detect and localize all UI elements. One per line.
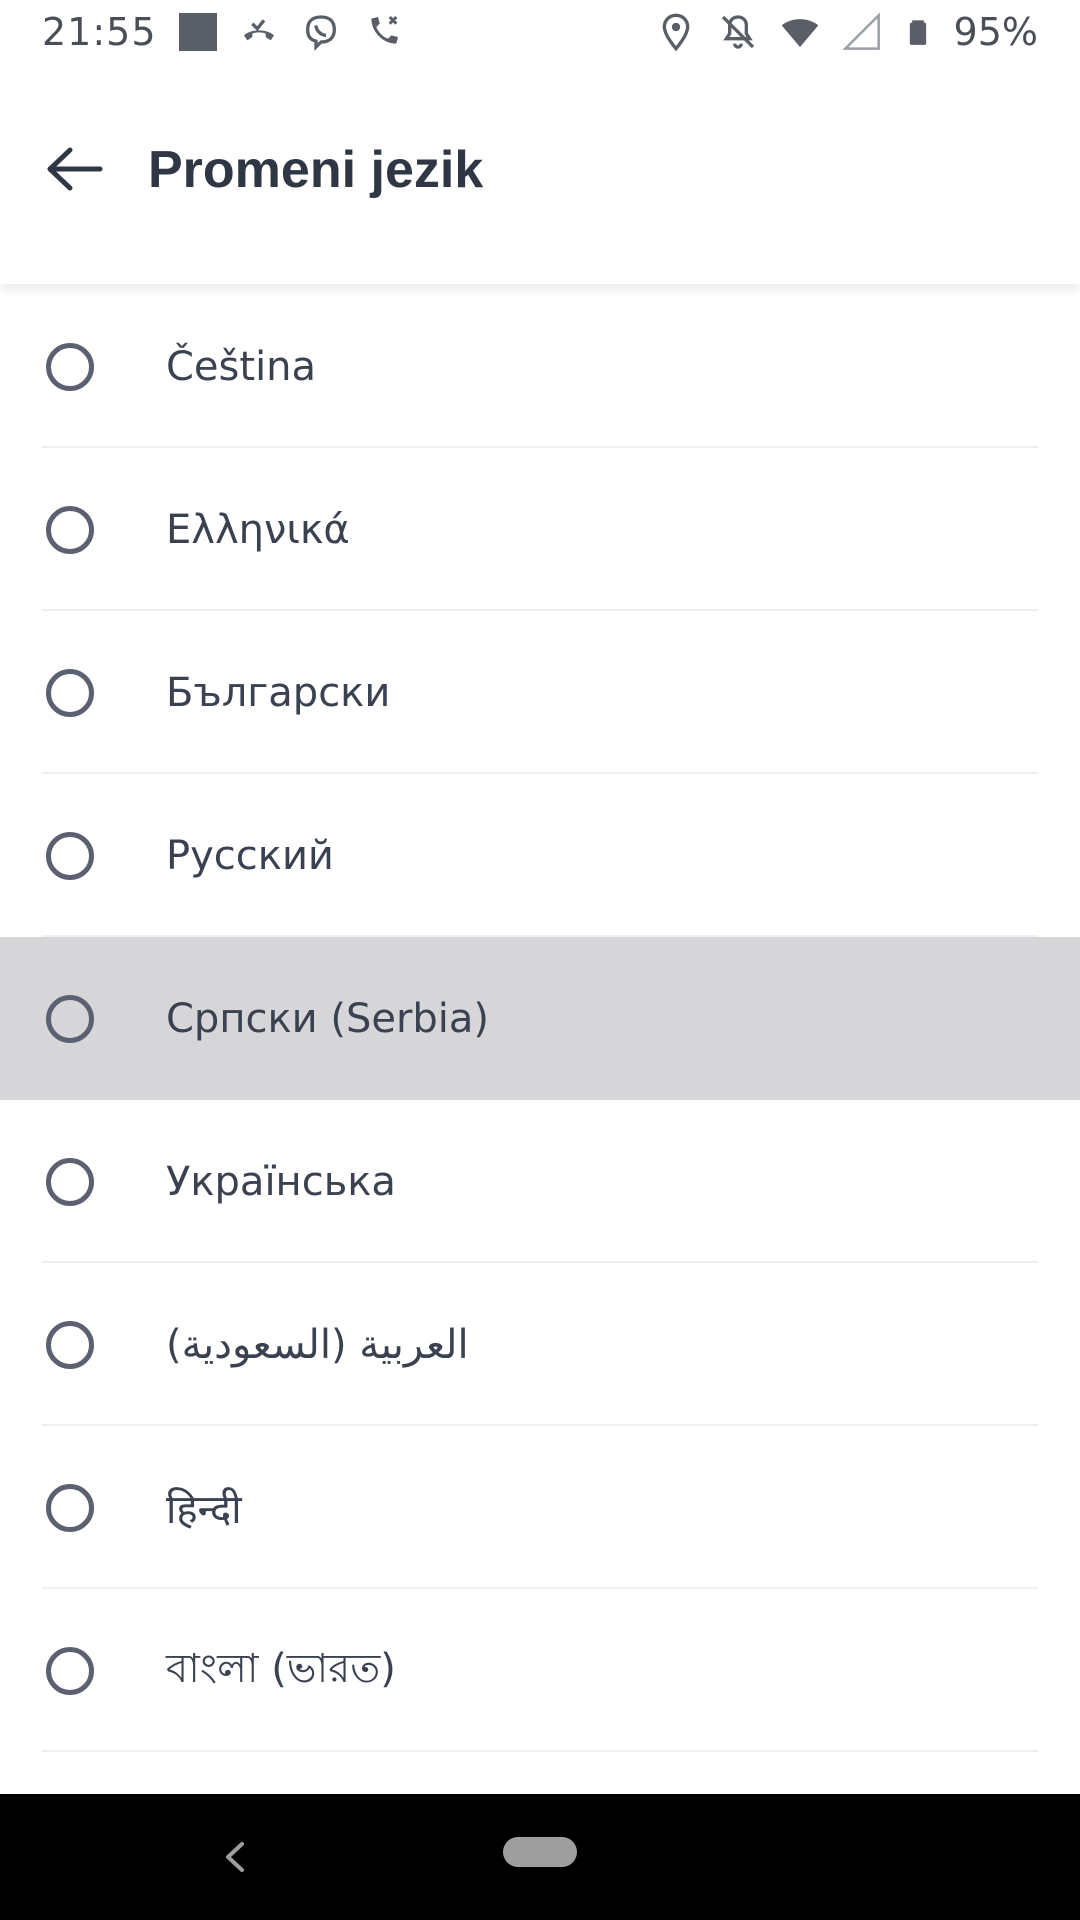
radio-button[interactable] — [46, 342, 94, 391]
language-item-greek[interactable]: Ελληνικά — [0, 448, 1080, 611]
location-icon — [662, 13, 689, 52]
navigation-bar — [0, 1794, 1080, 1920]
language-list: Čeština Ελληνικά Български Русский Српск… — [0, 285, 1080, 1752]
radio-button[interactable] — [46, 1320, 94, 1369]
language-item-ukrainian[interactable]: Українська — [0, 1100, 1080, 1263]
language-label: Български — [166, 669, 391, 716]
language-label: العربية (السعودية) — [166, 1321, 469, 1368]
battery-percentage: 95% — [953, 10, 1038, 54]
language-item-bengali[interactable]: বাংলা (ভারত) — [0, 1589, 1080, 1752]
call-declined-icon — [370, 15, 398, 44]
language-item-cestina[interactable]: Čeština — [0, 285, 1080, 448]
language-label: Српски (Serbia) — [166, 995, 490, 1042]
gallery-square-icon — [178, 13, 217, 51]
language-label: हिन्दी — [166, 1487, 242, 1533]
wifi-icon — [781, 19, 818, 47]
missed-call-icon — [243, 19, 274, 41]
language-label: Čeština — [166, 343, 317, 390]
arrow-left-icon — [47, 147, 103, 191]
language-item-serbian[interactable]: Српски (Serbia) — [0, 937, 1080, 1100]
page-title: Promeni jezik — [148, 141, 484, 199]
back-button[interactable] — [30, 124, 120, 214]
language-item-russian[interactable]: Русский — [0, 774, 1080, 937]
radio-button[interactable] — [46, 668, 94, 717]
radio-button[interactable] — [46, 994, 94, 1043]
radio-button[interactable] — [46, 1646, 94, 1695]
language-label: Українська — [166, 1158, 396, 1205]
status-time: 21:55 — [42, 10, 157, 54]
nav-home-pill-icon[interactable] — [503, 1837, 577, 1867]
cell-signal-icon — [841, 12, 880, 50]
status-left: 21:55 — [42, 10, 403, 54]
notifications-off-icon — [721, 15, 754, 49]
language-item-bulgarian[interactable]: Български — [0, 611, 1080, 774]
radio-button[interactable] — [46, 831, 94, 880]
radio-button[interactable] — [46, 1157, 94, 1206]
nav-back-icon[interactable] — [214, 1832, 254, 1882]
status-right: 95% — [656, 10, 1038, 54]
radio-button[interactable] — [46, 1483, 94, 1532]
radio-button[interactable] — [46, 505, 94, 554]
language-label: বাংলা (ভারত) — [166, 1646, 396, 1692]
app-bar: Promeni jezik — [0, 64, 1080, 284]
language-label: Русский — [166, 832, 334, 879]
screen: 21:55 95% Promeni jezik Čeština Ελληνικά… — [0, 0, 1080, 1920]
language-item-arabic[interactable]: العربية (السعودية) — [0, 1263, 1080, 1426]
language-label: Ελληνικά — [166, 506, 350, 553]
viber-icon — [305, 15, 336, 52]
battery-icon — [909, 20, 926, 45]
language-item-hindi[interactable]: हिन्दी — [0, 1426, 1080, 1589]
status-bar: 21:55 95% — [0, 0, 1080, 64]
